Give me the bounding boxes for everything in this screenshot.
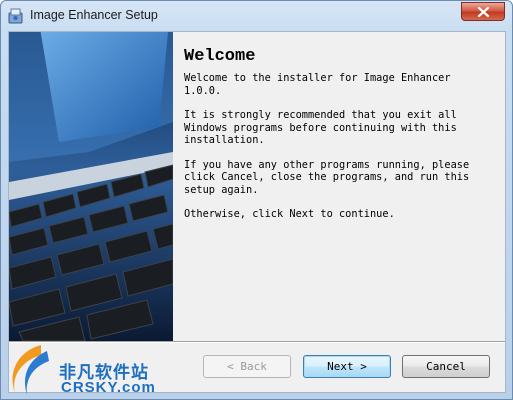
window-title: Image Enhancer Setup bbox=[30, 8, 158, 22]
laptop-keyboard-image bbox=[9, 32, 173, 341]
next-button[interactable]: Next > bbox=[303, 355, 391, 378]
title-bar[interactable]: Image Enhancer Setup bbox=[1, 1, 512, 31]
continue-paragraph: Otherwise, click Next to continue. bbox=[184, 208, 395, 220]
welcome-paragraph: Welcome to the installer for Image Enhan… bbox=[184, 72, 451, 97]
close-icon bbox=[477, 7, 490, 17]
back-button[interactable]: < Back bbox=[203, 355, 291, 378]
wizard-page: Welcome Welcome to the installer for Ima… bbox=[8, 31, 506, 393]
cancel-instructions-paragraph: If you have any other programs running, … bbox=[184, 158, 470, 196]
exit-programs-paragraph: It is strongly recommended that you exit… bbox=[184, 109, 457, 146]
watermark-en-text: CRSKY.com bbox=[61, 379, 156, 396]
cancel-button[interactable]: Cancel bbox=[402, 355, 490, 378]
close-button[interactable] bbox=[461, 2, 505, 21]
welcome-content: Welcome Welcome to the installer for Ima… bbox=[184, 42, 494, 233]
installer-window: Image Enhancer Setup Welcome Welcome to … bbox=[0, 0, 513, 400]
installer-icon bbox=[8, 8, 24, 24]
page-heading: Welcome bbox=[184, 47, 256, 66]
